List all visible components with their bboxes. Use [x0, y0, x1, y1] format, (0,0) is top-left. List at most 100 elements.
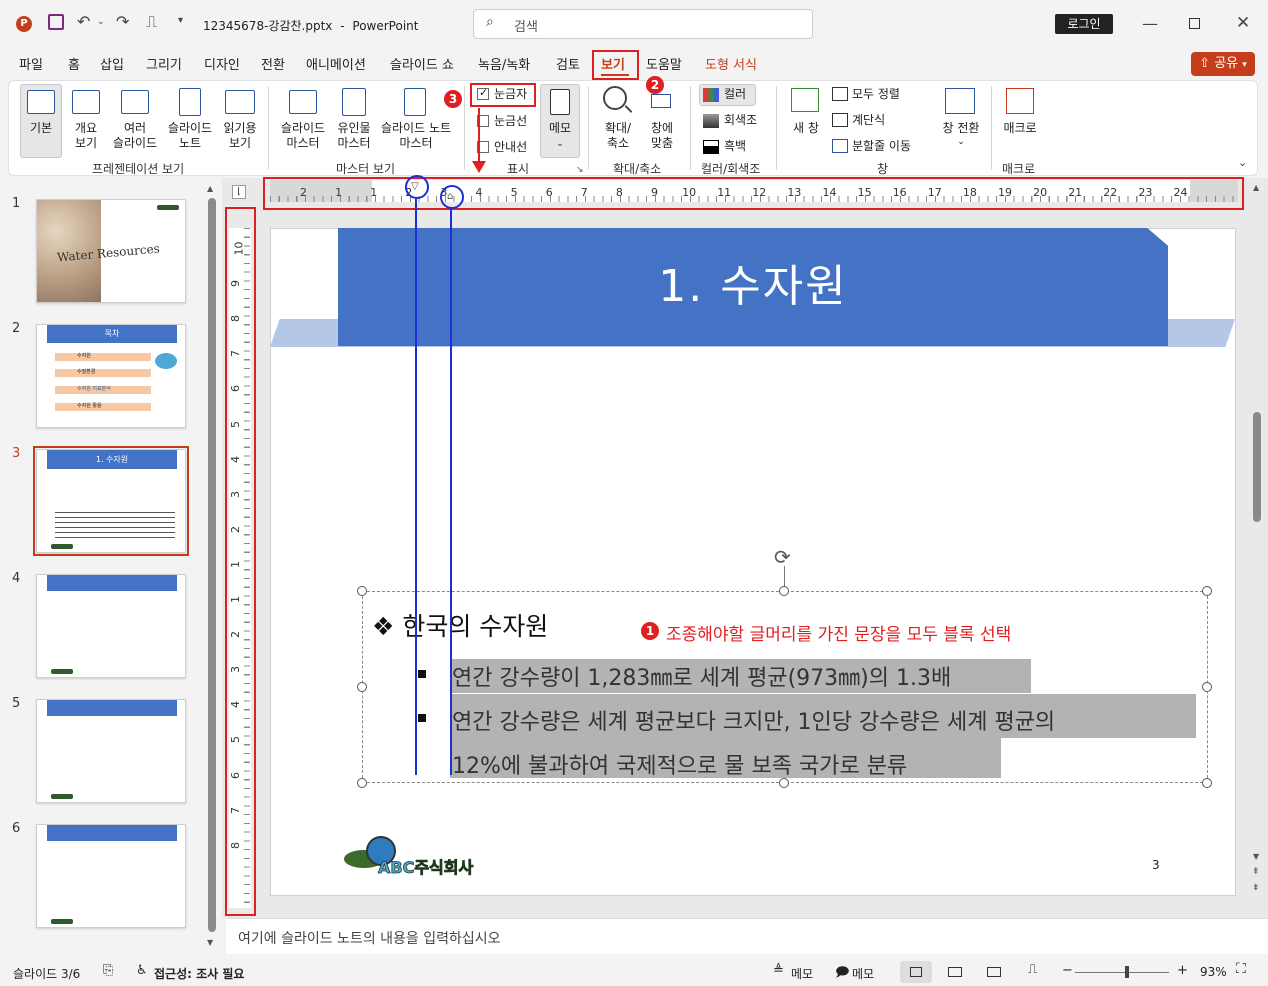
slide-thumbnail-2[interactable]: 목차 수자원 수질환경 수자원 지표분석 수자원 활용: [36, 324, 186, 428]
customize-qat-icon[interactable]: ▾: [178, 15, 183, 26]
normal-view-label: 기본: [29, 121, 53, 135]
tab-selector[interactable]: ⌊: [232, 185, 246, 199]
move-split-button[interactable]: 분할줄 이동: [852, 139, 911, 154]
editor-scrollbar[interactable]: [1253, 412, 1261, 522]
handout-master-button[interactable]: 유인물 마스터: [332, 121, 376, 151]
reading-view-icon: [225, 90, 255, 114]
show-dialog-launcher-icon[interactable]: ↘: [576, 165, 584, 175]
tab-record[interactable]: 녹음/녹화: [478, 54, 530, 73]
tab-file[interactable]: 파일: [19, 54, 43, 73]
slide-title[interactable]: 1. 수자원: [338, 228, 1168, 346]
resize-handle[interactable]: [1202, 778, 1212, 788]
slide-heading[interactable]: ❖ 한국의 수자원: [372, 607, 548, 643]
macros-icon: [1006, 88, 1034, 114]
tab-home[interactable]: 홈: [68, 54, 80, 73]
reading-view-button[interactable]: 읽기용 보기: [218, 121, 262, 151]
zoom-slider-track[interactable]: [1075, 972, 1169, 973]
resize-handle[interactable]: [357, 778, 367, 788]
undo-icon[interactable]: ↶: [77, 12, 90, 31]
thumbnail-logo: [51, 794, 73, 799]
macros-button[interactable]: 매크로: [996, 121, 1044, 136]
tab-help[interactable]: 도움말: [646, 54, 682, 73]
zoom-level[interactable]: 93%: [1200, 965, 1227, 979]
zoom-in-button[interactable]: +: [1177, 963, 1188, 978]
thumbnail-number: 2: [12, 321, 21, 336]
scroll-down-icon[interactable]: ▼: [207, 938, 213, 947]
slideshow-status-icon[interactable]: ⎍: [1028, 962, 1037, 977]
tab-draw[interactable]: 그리기: [146, 54, 182, 73]
slide-sorter-button[interactable]: 여러 슬라이드: [108, 121, 162, 151]
tab-shape-format[interactable]: 도형 서식: [705, 54, 757, 73]
slide-thumbnail-3[interactable]: 1. 수자원: [33, 446, 189, 556]
login-button[interactable]: 로그인: [1055, 14, 1113, 34]
outline-view-button[interactable]: 개요 보기: [66, 121, 106, 151]
slide-thumbnail-1[interactable]: Water Resources: [36, 199, 186, 303]
slide-thumbnail-4[interactable]: [36, 574, 186, 678]
maximize-icon[interactable]: [1189, 18, 1200, 29]
rotate-handle-icon[interactable]: ⟳: [774, 545, 791, 569]
resize-handle[interactable]: [1202, 586, 1212, 596]
fit-window-button[interactable]: 창에 맞춤: [642, 121, 682, 151]
tab-animations[interactable]: 애니메이션: [306, 54, 366, 73]
switch-window-button[interactable]: 창 전환: [934, 121, 988, 136]
resize-handle[interactable]: [1202, 682, 1212, 692]
thumbnail-globe-image: [155, 353, 177, 369]
next-slide-icon[interactable]: ⇟: [1252, 883, 1260, 893]
ribbon-separator: [588, 86, 589, 170]
bullet-text-2[interactable]: 연간 강수량은 세계 평균보다 크지만, 1인당 강수량은 세계 평균의: [452, 704, 1055, 736]
undo-dropdown-icon[interactable]: ⌄: [97, 17, 105, 27]
share-button[interactable]: ⇧ 공유 ▾: [1191, 52, 1255, 76]
zoom-slider-thumb[interactable]: [1124, 966, 1129, 978]
notes-pane[interactable]: 여기에 슬라이드 노트의 내용을 입력하십시오: [226, 918, 1268, 954]
tab-review[interactable]: 검토: [556, 54, 580, 73]
zoom-out-button[interactable]: −: [1062, 963, 1073, 978]
accessibility-status[interactable]: 접근성: 조사 필요: [154, 965, 244, 982]
spellcheck-icon[interactable]: ⎘: [103, 963, 113, 978]
slide-thumbnail-5[interactable]: [36, 699, 186, 803]
tab-design[interactable]: 디자인: [204, 54, 240, 73]
arrange-all-button[interactable]: 모두 정렬: [852, 87, 900, 102]
slide-master-button[interactable]: 슬라이드 마스터: [274, 121, 332, 151]
bullet-text-2-continued[interactable]: 12%에 불과하여 국제적으로 물 보족 국가로 분류: [452, 748, 907, 780]
zoom-button[interactable]: 확대/축소: [596, 121, 640, 151]
close-icon[interactable]: ✕: [1236, 13, 1250, 33]
presenter-icon[interactable]: ⎍: [146, 12, 157, 32]
minimize-icon[interactable]: —: [1142, 14, 1158, 33]
grayscale-button[interactable]: 회색조: [724, 113, 757, 128]
search-input[interactable]: ⌕ 검색: [473, 9, 813, 39]
normal-view-status-icon[interactable]: [900, 961, 932, 983]
first-line-indent-icon: ▽: [411, 181, 419, 192]
save-icon[interactable]: [48, 14, 64, 30]
notes-page-button[interactable]: 슬라이드 노트: [162, 121, 218, 151]
fit-slide-icon[interactable]: ⛶: [1236, 961, 1246, 977]
annotation-vruler-box: [225, 207, 256, 916]
notes-master-button[interactable]: 슬라이드 노트 마스터: [376, 121, 456, 151]
redo-icon[interactable]: ↷: [116, 12, 129, 31]
reading-view-status-icon[interactable]: [987, 967, 1001, 977]
tab-transitions[interactable]: 전환: [261, 54, 285, 73]
notes-pane-button[interactable]: 메모 ⌄: [540, 84, 580, 158]
slide-sorter-status-icon[interactable]: [948, 967, 962, 977]
bullet-text-1[interactable]: 연간 강수량이 1,283㎜로 세계 평균(973㎜)의 1.3배: [452, 660, 951, 692]
tab-insert[interactable]: 삽입: [100, 54, 124, 73]
resize-handle[interactable]: [357, 682, 367, 692]
comments-button[interactable]: 메모: [852, 965, 874, 982]
scroll-up-icon[interactable]: ▲: [1253, 183, 1259, 192]
ribbon-separator: [464, 86, 465, 170]
notes-toggle-button[interactable]: 메모: [791, 965, 813, 982]
accessibility-icon[interactable]: ♿: [136, 963, 148, 978]
scroll-down-icon[interactable]: ▼: [1253, 852, 1259, 861]
previous-slide-icon[interactable]: ⇞: [1252, 867, 1260, 877]
resize-handle[interactable]: [357, 586, 367, 596]
resize-handle[interactable]: [779, 586, 789, 596]
new-window-button[interactable]: 새 창: [784, 121, 828, 136]
tab-slideshow[interactable]: 슬라이드 쇼: [390, 54, 454, 73]
thumbnail-scrollbar[interactable]: [208, 198, 216, 932]
thumbnail-title: 1. 수자원: [95, 455, 129, 464]
collapse-ribbon-icon[interactable]: ⌄: [1238, 156, 1247, 169]
zoom-icon: [603, 86, 627, 110]
cascade-button[interactable]: 계단식: [852, 113, 885, 128]
black-white-button[interactable]: 흑백: [724, 139, 746, 154]
slide-thumbnail-6[interactable]: [36, 824, 186, 928]
scroll-up-icon[interactable]: ▲: [207, 184, 213, 193]
